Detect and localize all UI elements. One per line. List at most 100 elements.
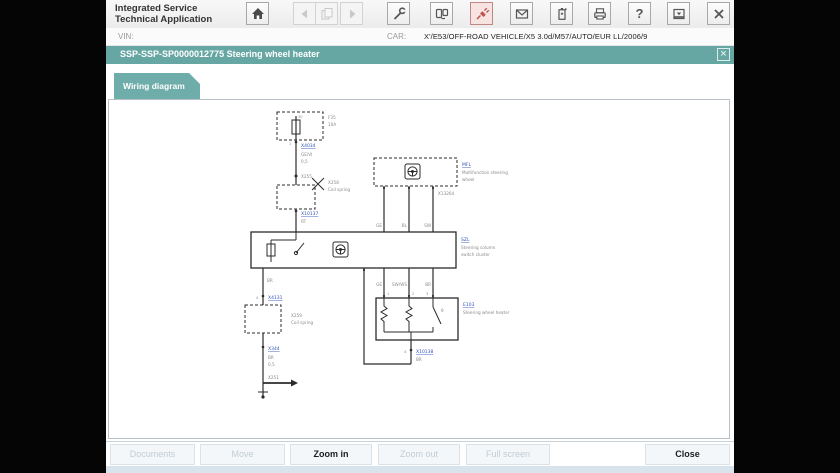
wiring-diagram-svg: 30 F35 10A 1 X4034 GE/VI 0,5 X255 X258 C…	[109, 100, 729, 438]
conn-top-pin: 1	[289, 142, 291, 146]
mfl-name1: Multifunction steering	[462, 170, 508, 175]
document-header: SSP-SSP-SP0000012775 Steering wheel heat…	[106, 46, 734, 64]
forward-arrow-icon	[344, 6, 360, 22]
close-icon	[711, 6, 727, 22]
coil2-line2: Coil spring	[291, 320, 314, 325]
wire-upper-1: GE	[376, 223, 382, 228]
mfl-code-link[interactable]: MFL	[462, 162, 471, 168]
full-screen-button[interactable]: Full screen	[466, 444, 550, 465]
heater-pin-3: 3	[426, 292, 428, 296]
heater-pin-1: 1	[387, 292, 389, 296]
wire-upper-3: SW	[424, 223, 431, 228]
app-title-line2: Technical Application	[115, 14, 212, 25]
heater-wire-color: BR	[416, 357, 422, 362]
fuse-name: F35	[328, 115, 336, 120]
printer-icon	[592, 6, 608, 22]
heater-box	[376, 298, 458, 340]
wire-lower-1: GE	[376, 282, 382, 287]
coil2-line1: X259	[291, 313, 302, 318]
mfl-connector-label: X13264	[438, 191, 455, 196]
connector-link-x4131[interactable]: X4131	[268, 295, 283, 301]
szl-name2: switch cluster	[461, 252, 490, 257]
device-icon	[434, 6, 450, 22]
toolbar: Integrated Service Technical Application	[106, 0, 734, 29]
tab-wiring-diagram[interactable]: Wiring diagram	[114, 73, 200, 100]
vin-label: VIN:	[118, 32, 134, 41]
szl-name1: Steering column	[461, 245, 496, 250]
pages-icon	[319, 6, 335, 22]
document-close-button[interactable]: ×	[717, 48, 730, 61]
envelope-icon	[514, 6, 530, 22]
mfl-steering-wheel-icon	[408, 167, 417, 176]
messages-button[interactable]	[510, 2, 533, 25]
minimize-button[interactable]	[667, 2, 690, 25]
wire-color-top1: GE/VI	[301, 152, 312, 157]
arrow-label: X251	[268, 375, 279, 380]
heater-pin-2: 2	[412, 292, 414, 296]
fuse-pin-label: 30	[298, 115, 303, 119]
left-pin: 4	[256, 296, 259, 300]
connector-link-x4034[interactable]: X4034	[301, 143, 316, 149]
forward-button[interactable]	[340, 2, 363, 25]
splice-label: X255	[301, 174, 312, 179]
thermal-switch-label: θ	[441, 308, 444, 313]
vehicle-info-bar: VIN: CAR: X'/E53/OFF-ROAD VEHICLE/X5 3.0…	[106, 28, 734, 46]
home-icon	[250, 6, 266, 22]
battery-icon	[554, 6, 570, 22]
wire-color-mid: RT	[301, 219, 307, 224]
battery-button[interactable]	[550, 2, 573, 25]
car-value: X'/E53/OFF-ROAD VEHICLE/X5 3.0d/M57/AUTO…	[424, 32, 647, 41]
move-button[interactable]: Move	[200, 444, 285, 465]
heater-name: Steering wheel heater	[463, 310, 510, 315]
footer-toolbar: Documents Move Zoom in Zoom out Full scr…	[106, 441, 734, 467]
coil1-line2: Coil spring	[328, 187, 351, 192]
zoom-in-button[interactable]: Zoom in	[290, 444, 372, 465]
left-wire2: 0,5	[268, 362, 275, 367]
connector-link-x10137[interactable]: X10137	[301, 211, 319, 217]
home-button[interactable]	[246, 2, 269, 25]
mfl-name2: wheel	[462, 177, 474, 182]
print-button[interactable]	[588, 2, 611, 25]
szl-box	[251, 232, 456, 268]
app-title-line1: Integrated Service	[115, 3, 212, 14]
app-window: Integrated Service Technical Application	[106, 0, 734, 473]
wire-lower-2: SW/WS	[392, 282, 407, 287]
connector-link-x10138[interactable]: X10138	[416, 349, 434, 355]
heater-element-1	[381, 298, 387, 332]
help-button[interactable]: ?	[628, 2, 651, 25]
ground-point	[261, 395, 264, 398]
close-button[interactable]: Close	[645, 444, 730, 465]
minimize-window-icon	[671, 6, 687, 22]
app-title: Integrated Service Technical Application	[115, 3, 212, 25]
szl-steering-wheel-icon	[336, 245, 345, 254]
footer-strip	[106, 466, 734, 473]
close-app-button[interactable]	[707, 2, 730, 25]
heater-element-2	[406, 298, 412, 332]
left-wire-top: BR	[267, 278, 273, 283]
wrench-icon	[391, 6, 407, 22]
wiring-diagram-canvas[interactable]: 30 F35 10A 1 X4034 GE/VI 0,5 X255 X258 C…	[108, 99, 730, 439]
coil-spring-box-2	[245, 305, 281, 333]
heater-conn-pin: 4	[404, 350, 407, 354]
twist-symbol	[312, 178, 324, 190]
connector-link-x344[interactable]: X344	[268, 346, 280, 352]
workshop-button[interactable]	[387, 2, 410, 25]
reports-button[interactable]	[315, 2, 338, 25]
back-button[interactable]	[293, 2, 316, 25]
left-wire1: BR	[268, 355, 274, 360]
plug-icon	[474, 6, 490, 22]
coil-spring-box	[277, 185, 315, 209]
document-title: SSP-SSP-SP0000012775 Steering wheel heat…	[120, 49, 320, 59]
zoom-out-button[interactable]: Zoom out	[378, 444, 460, 465]
heater-code-link[interactable]: E103	[463, 302, 475, 308]
connector-button[interactable]	[470, 2, 493, 25]
szl-code-link[interactable]: SZL	[461, 237, 470, 243]
back-arrow-icon	[297, 6, 313, 22]
vehicle-interface-button[interactable]	[430, 2, 453, 25]
wire-lower-3: BR	[425, 282, 431, 287]
help-icon: ?	[636, 6, 644, 21]
car-label: CAR:	[387, 32, 406, 41]
coil1-line1: X258	[328, 180, 339, 185]
wire-size-top: 0,5	[301, 159, 308, 164]
documents-button[interactable]: Documents	[110, 444, 195, 465]
